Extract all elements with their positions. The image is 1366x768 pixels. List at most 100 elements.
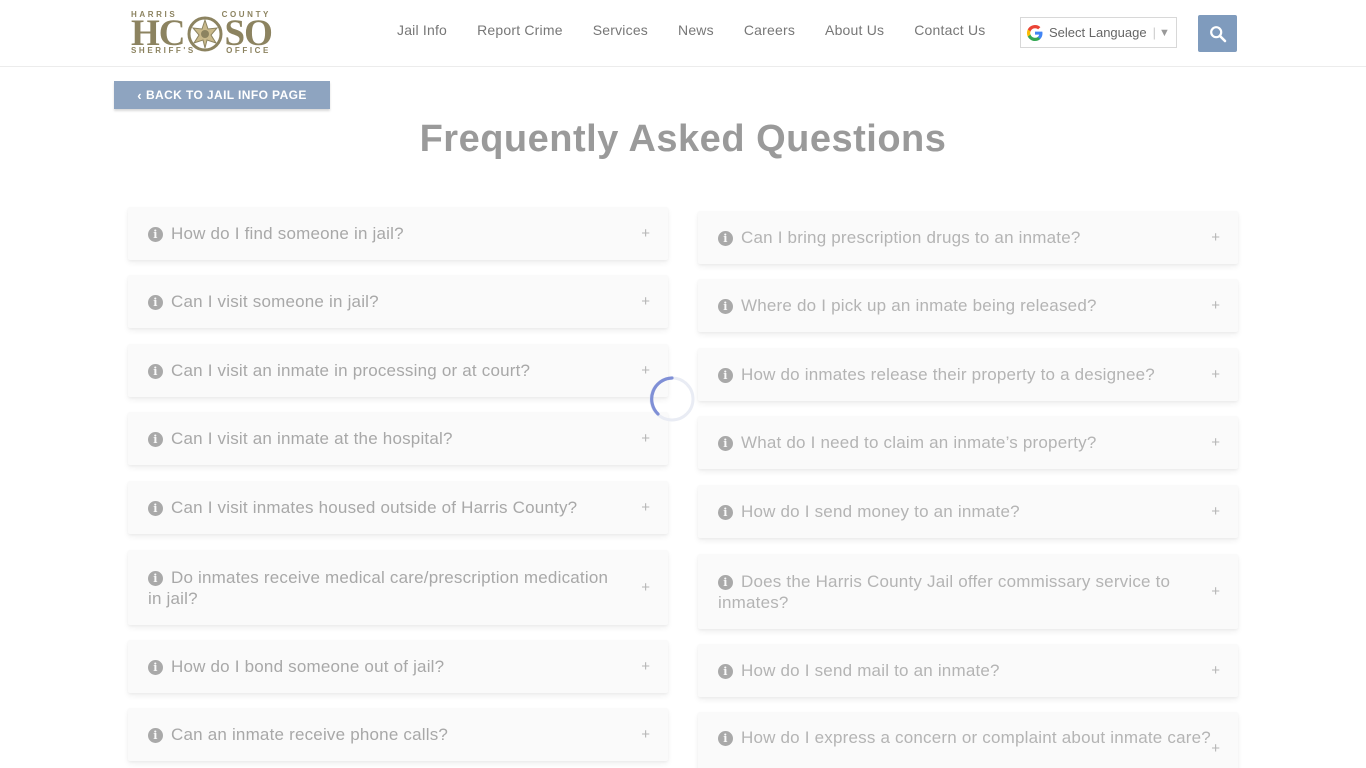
faq-question-text: Do inmates receive medical care/prescrip… (148, 567, 609, 608)
page-title: Frequently Asked Questions (419, 118, 947, 160)
back-to-jail-info-button[interactable]: ‹ BACK TO JAIL INFO PAGE (114, 81, 330, 109)
faq-question: i How do I bond someone out of jail? (148, 656, 626, 677)
info-icon: i (148, 227, 163, 242)
plus-icon: + (1211, 583, 1220, 600)
faq-item[interactable]: i Can I visit inmates housed outside of H… (128, 481, 668, 534)
nav-careers[interactable]: Careers (744, 22, 795, 38)
nav-jail-info[interactable]: Jail Info (397, 22, 447, 38)
faq-question-text: How do I find someone in jail? (171, 224, 404, 243)
site-header: HARRIS COUNTY HC SO SHERIFF'S OFFICE Jail I… (0, 0, 1366, 67)
info-icon: i (148, 432, 163, 447)
faq-item[interactable]: i How do I send money to an inmate? + (698, 485, 1238, 538)
info-icon: i (148, 295, 163, 310)
search-button[interactable] (1198, 15, 1237, 52)
faq-question: i How do inmates release their property t… (718, 364, 1208, 385)
faq-question-text: Where do I pick up an inmate being relea… (741, 296, 1097, 315)
plus-icon: + (641, 293, 650, 310)
faq-question-text: Can an inmate receive phone calls? (171, 725, 449, 744)
info-icon: i (718, 231, 733, 246)
faq-question: i Can I visit an inmate at the hospital? (148, 428, 626, 449)
logo-bottom-text: SHERIFF'S OFFICE (131, 46, 271, 55)
nav-contact-us[interactable]: Contact Us (914, 22, 985, 38)
plus-icon: + (641, 658, 650, 675)
nav-report-crime[interactable]: Report Crime (477, 22, 563, 38)
info-icon: i (718, 574, 733, 590)
faq-item[interactable]: i How do inmates release their property t… (698, 348, 1238, 401)
faq-question: i Can I visit inmates housed outside of H… (148, 497, 626, 518)
faq-question: i What do I need to claim an inmate’s pro… (718, 432, 1196, 453)
faq-question-text: Can I visit an inmate in processing or a… (171, 361, 531, 380)
hcso-logo[interactable]: HARRIS COUNTY HC SO SHERIFF'S OFFICE (131, 10, 273, 56)
faq-question-text: How do inmates release their property to… (741, 365, 1155, 384)
nav-about-us[interactable]: About Us (825, 22, 884, 38)
faq-question-text: How do I bond someone out of jail? (171, 657, 445, 676)
faq-item[interactable]: i How do I express a concern or complaint… (698, 712, 1238, 768)
info-icon: i (718, 299, 733, 314)
faq-item[interactable]: i Can an inmate receive phone calls? + (128, 708, 668, 761)
faq-item[interactable]: i What do I need to claim an inmate’s pro… (698, 416, 1238, 469)
faq-question: i How do I express a concern or complaint… (718, 727, 1212, 748)
plus-icon: + (641, 225, 650, 242)
info-icon: i (148, 660, 163, 675)
faq-item[interactable]: i Where do I pick up an inmate being rele… (698, 279, 1238, 332)
info-icon: i (718, 664, 733, 679)
plus-icon: + (641, 499, 650, 516)
info-icon: i (718, 505, 733, 520)
faq-question-text: Can I visit inmates housed outside of Ha… (171, 498, 578, 517)
plus-icon: + (1211, 503, 1220, 520)
plus-icon: + (1211, 434, 1220, 451)
plus-icon: + (1211, 662, 1220, 679)
language-select[interactable]: Select Language | ▼ (1020, 17, 1177, 48)
plus-icon: + (1211, 740, 1220, 757)
faq-question: i How do I find someone in jail? (148, 223, 626, 244)
faq-question: i Where do I pick up an inmate being rele… (718, 295, 1196, 316)
faq-item[interactable]: i Does the Harris County Jail offer commi… (698, 554, 1238, 629)
faq-question: i Can I bring prescription drugs to an in… (718, 227, 1196, 248)
faq-question-text: How do I express a concern or complaint … (741, 728, 1211, 747)
info-icon: i (148, 728, 163, 743)
faq-question: i Can I visit an inmate in processing or … (148, 360, 626, 381)
faq-question-text: Can I visit an inmate at the hospital? (171, 429, 453, 448)
nav-services[interactable]: Services (593, 22, 648, 38)
faq-question-text: Can I bring prescription drugs to an inm… (741, 228, 1081, 247)
info-icon: i (148, 501, 163, 516)
plus-icon: + (641, 579, 650, 596)
faq-question-text: What do I need to claim an inmate’s prop… (741, 433, 1097, 452)
info-icon: i (718, 368, 733, 383)
info-icon: i (718, 436, 733, 451)
faq-item[interactable]: i Can I visit someone in jail? + (128, 275, 668, 328)
faq-item[interactable]: i Do inmates receive medical care/prescri… (128, 550, 668, 625)
plus-icon: + (1211, 366, 1220, 383)
plus-icon: + (1211, 229, 1220, 246)
faq-question-text: Does the Harris County Jail offer commis… (718, 571, 1171, 612)
info-icon: i (148, 570, 163, 586)
faq-question: i How do I send money to an inmate? (718, 501, 1196, 522)
plus-icon: + (641, 726, 650, 743)
faq-question-text: How do I send money to an inmate? (741, 502, 1020, 521)
loading-spinner-icon (649, 376, 695, 422)
faq-question: i Does the Harris County Jail offer commi… (718, 571, 1208, 613)
plus-icon: + (641, 430, 650, 447)
main-nav: Jail Info Report Crime Services News Car… (397, 22, 1015, 38)
faq-item[interactable]: i Can I visit an inmate in processing or … (128, 344, 668, 397)
faq-question-text: Can I visit someone in jail? (171, 292, 379, 311)
faq-question: i Can I visit someone in jail? (148, 291, 626, 312)
faq-item[interactable]: i How do I bond someone out of jail? + (128, 640, 668, 693)
faq-item[interactable]: i How do I send mail to an inmate? + (698, 644, 1238, 697)
faq-item[interactable]: i Can I bring prescription drugs to an in… (698, 211, 1238, 264)
dropdown-arrow-icon: ▼ (1158, 26, 1170, 39)
faq-question: i Can an inmate receive phone calls? (148, 724, 626, 745)
faq-question-text: How do I send mail to an inmate? (741, 661, 1000, 680)
google-icon (1027, 24, 1043, 41)
chevron-left-icon: ‹ (137, 87, 142, 103)
language-divider: | (1152, 25, 1156, 40)
faq-item[interactable]: i How do I find someone in jail? + (128, 207, 668, 260)
plus-icon: + (1211, 297, 1220, 314)
faq-question: i Do inmates receive medical care/prescri… (148, 567, 626, 609)
back-button-label: BACK TO JAIL INFO PAGE (145, 88, 307, 102)
nav-news[interactable]: News (678, 22, 714, 38)
search-icon (1209, 25, 1226, 42)
faq-item[interactable]: i Can I visit an inmate at the hospital? … (128, 412, 668, 465)
info-icon: i (718, 731, 733, 746)
faq-question: i How do I send mail to an inmate? (718, 660, 1196, 681)
